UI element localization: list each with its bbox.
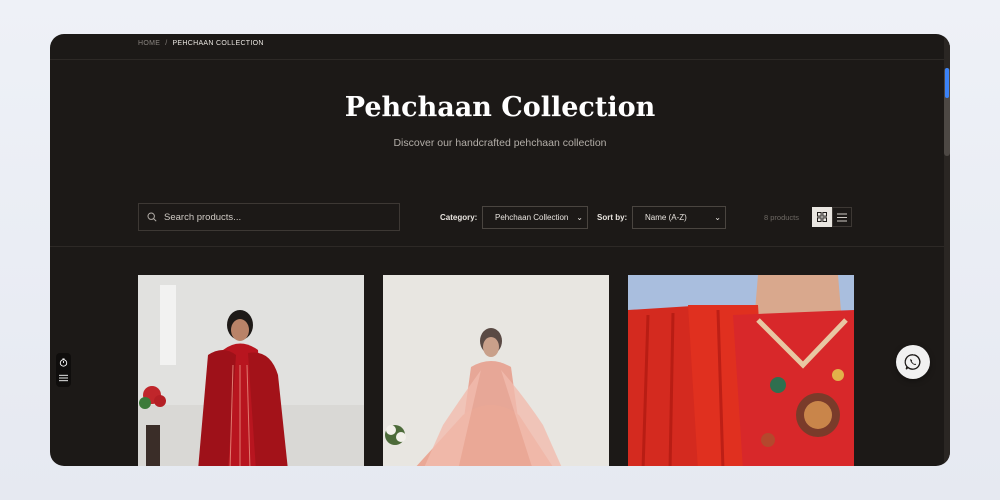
category-select[interactable]: Pehchaan Collection ⌄ <box>482 206 588 229</box>
list-view-icon <box>837 213 847 221</box>
whatsapp-icon <box>904 354 921 370</box>
page-subtitle: Discover our handcrafted pehchaan collec… <box>393 137 607 149</box>
grid-view-icon <box>817 212 827 222</box>
whatsapp-button[interactable] <box>896 345 930 379</box>
breadcrumb: HOME / PEHCHAAN COLLECTION <box>138 40 264 47</box>
divider <box>50 59 944 60</box>
product-image <box>138 275 364 466</box>
product-image <box>383 275 609 466</box>
sort-select[interactable]: Name (A-Z) ⌄ <box>632 206 726 229</box>
search-box[interactable] <box>138 203 400 231</box>
grid-view-button[interactable] <box>812 207 832 227</box>
scrollbar-indicator <box>945 68 949 98</box>
category-select-value: Pehchaan Collection <box>495 213 569 222</box>
breadcrumb-separator: / <box>165 40 168 47</box>
timer-icon[interactable] <box>59 358 68 367</box>
sort-select-value: Name (A-Z) <box>645 213 687 222</box>
page-title: Pehchaan Collection <box>344 92 656 123</box>
list-view-button[interactable] <box>832 207 852 227</box>
divider <box>50 246 944 247</box>
chevron-down-icon: ⌄ <box>576 213 583 222</box>
side-widget[interactable] <box>56 353 71 387</box>
breadcrumb-home-link[interactable]: HOME <box>138 40 160 47</box>
product-card[interactable] <box>138 275 364 466</box>
category-label: Category: <box>440 213 478 222</box>
search-input[interactable] <box>162 210 386 224</box>
product-card[interactable] <box>383 275 609 466</box>
breadcrumb-current: PEHCHAAN COLLECTION <box>172 40 264 47</box>
search-icon <box>147 212 157 222</box>
product-count: 8 products <box>764 213 800 222</box>
chevron-down-icon: ⌄ <box>714 213 721 222</box>
menu-icon[interactable] <box>59 374 68 382</box>
product-card[interactable] <box>628 275 854 466</box>
browser-viewport: HOME / PEHCHAAN COLLECTION Pehchaan Coll… <box>50 34 950 466</box>
sort-label: Sort by: <box>597 213 628 222</box>
product-image <box>628 275 854 466</box>
